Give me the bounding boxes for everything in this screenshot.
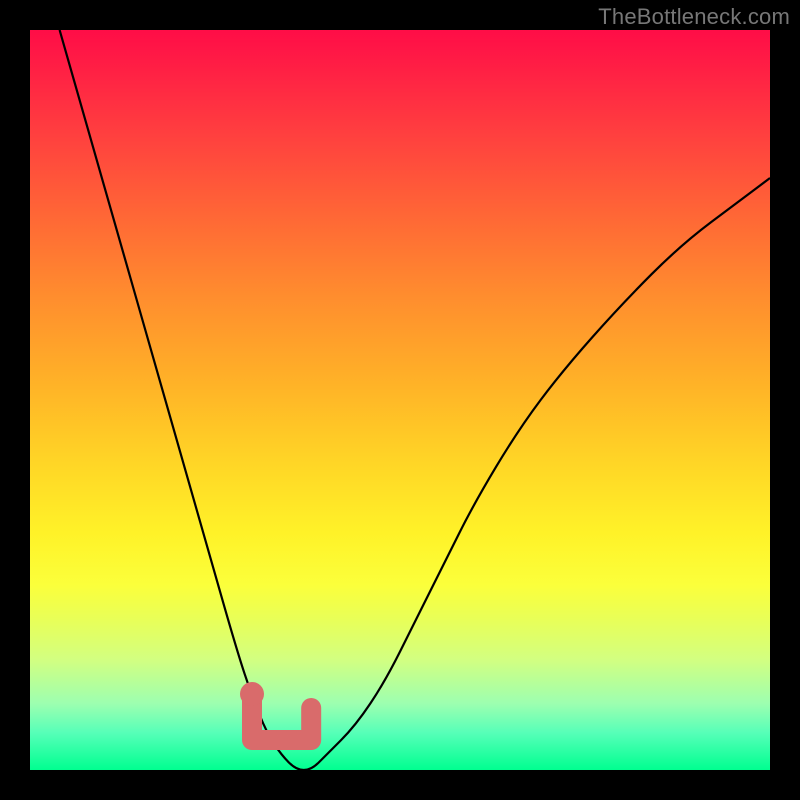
- chart-frame: TheBottleneck.com: [0, 0, 800, 800]
- watermark-text: TheBottleneck.com: [598, 4, 790, 30]
- optimal-region-marker-dot: [240, 682, 264, 706]
- curve-layer: [30, 30, 770, 770]
- optimal-region-marker: [252, 700, 311, 740]
- bottleneck-curve: [60, 30, 770, 770]
- plot-area: [30, 30, 770, 770]
